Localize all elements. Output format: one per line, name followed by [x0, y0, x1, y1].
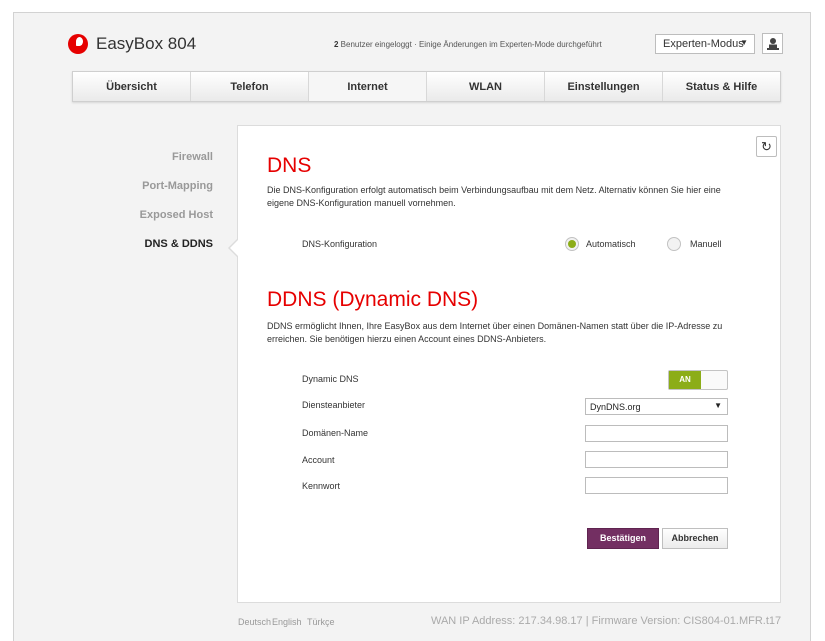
lang-link-english[interactable]: English: [272, 617, 302, 627]
dns-auto-radio[interactable]: [565, 237, 579, 251]
password-input[interactable]: [585, 477, 728, 494]
domain-name-input[interactable]: [585, 425, 728, 442]
tab-wlan[interactable]: WLAN: [427, 72, 545, 101]
tab-uebersicht[interactable]: Übersicht: [73, 72, 191, 101]
dynamic-dns-toggle[interactable]: AN: [668, 370, 728, 390]
toggle-on-label: AN: [669, 371, 701, 389]
mode-select-value: Experten-Modus: [663, 38, 744, 50]
user-button[interactable]: [762, 33, 783, 54]
sidebar-item-port-mapping[interactable]: Port-Mapping: [142, 180, 213, 192]
login-status-message: Benutzer eingeloggt · Einige Änderungen …: [338, 40, 602, 49]
dns-manual-label: Manuell: [690, 239, 722, 249]
dns-config-label: DNS-Konfiguration: [302, 239, 378, 249]
dns-title: DNS: [267, 154, 312, 177]
chevron-down-icon: ▼: [714, 401, 722, 410]
confirm-button[interactable]: Bestätigen: [587, 528, 659, 549]
cancel-button[interactable]: Abbrechen: [662, 528, 728, 549]
refresh-button[interactable]: ↻: [756, 136, 777, 157]
sidebar-item-exposed-host[interactable]: Exposed Host: [140, 209, 213, 221]
ddns-description: DDNS ermöglicht Ihnen, Ihre EasyBox aus …: [267, 321, 723, 344]
refresh-icon: ↻: [761, 139, 772, 154]
provider-label: Diensteanbieter: [302, 400, 366, 410]
dns-description: Die DNS-Konfiguration erfolgt automatisc…: [267, 185, 721, 208]
password-label: Kennwort: [302, 481, 341, 491]
account-label: Account: [302, 455, 335, 465]
chevron-down-icon: ▼: [740, 38, 748, 47]
provider-select[interactable]: DynDNS.org ▼: [585, 398, 728, 415]
sidebar-item-firewall[interactable]: Firewall: [172, 151, 213, 163]
provider-select-value: DynDNS.org: [590, 402, 641, 412]
lang-link-tuerkce[interactable]: Türkçe: [307, 617, 335, 627]
tab-telefon[interactable]: Telefon: [191, 72, 309, 101]
tab-status-hilfe[interactable]: Status & Hilfe: [663, 72, 780, 101]
mode-select[interactable]: Experten-Modus ▼: [655, 34, 755, 54]
sidebar-item-dns-ddns[interactable]: DNS & DDNS: [145, 238, 213, 250]
user-icon: [767, 38, 779, 50]
account-input[interactable]: [585, 451, 728, 468]
login-status-text: 2 Benutzer eingeloggt · Einige Änderunge…: [334, 40, 602, 49]
vodafone-logo-icon: [68, 34, 88, 54]
ddns-title: DDNS (Dynamic DNS): [267, 288, 479, 311]
lang-link-deutsch[interactable]: Deutsch: [238, 617, 271, 627]
dynamic-dns-label: Dynamic DNS: [302, 374, 359, 384]
tab-einstellungen[interactable]: Einstellungen: [545, 72, 663, 101]
brand-title: EasyBox 804: [96, 34, 197, 53]
main-nav: Übersicht Telefon Internet WLAN Einstell…: [72, 71, 781, 102]
dns-auto-label: Automatisch: [586, 239, 636, 249]
footer-info: WAN IP Address: 217.34.98.17 | Firmware …: [431, 615, 782, 627]
dns-manual-radio[interactable]: [667, 237, 681, 251]
domain-name-label: Domänen-Name: [302, 428, 369, 438]
tab-internet[interactable]: Internet: [309, 72, 427, 101]
